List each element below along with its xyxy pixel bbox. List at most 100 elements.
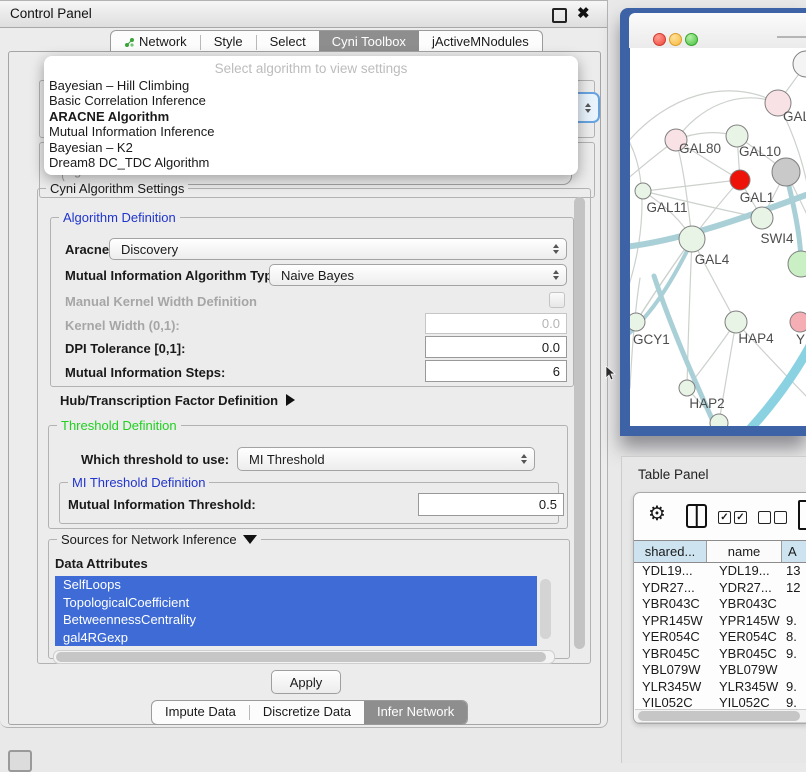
network-node-hap2[interactable] bbox=[679, 380, 695, 396]
table-row[interactable]: YDR27...YDR27...12 bbox=[634, 580, 806, 597]
dock-panel-icon[interactable] bbox=[8, 750, 32, 772]
hub-definition-expander[interactable]: Hub/Transcription Factor Definition bbox=[60, 391, 295, 409]
attribute-item[interactable]: TopologicalCoefficient bbox=[55, 594, 537, 612]
network-node-gal1[interactable] bbox=[751, 207, 773, 229]
manual-kernel-label: Manual Kernel Width Definition bbox=[65, 294, 257, 309]
network-node-gcy1[interactable] bbox=[630, 313, 645, 331]
column-header-shared-name[interactable]: shared... bbox=[634, 541, 707, 562]
zoom-traffic-light[interactable] bbox=[685, 33, 698, 46]
network-window-titlebar bbox=[629, 13, 806, 48]
tab-impute-data[interactable]: Impute Data bbox=[152, 701, 249, 724]
mi-threshold-input[interactable]: 0.5 bbox=[418, 493, 564, 516]
node-label: GAL10 bbox=[739, 144, 781, 159]
table-row[interactable]: YBL079WYBL079W bbox=[634, 662, 806, 679]
network-node-gal11[interactable] bbox=[635, 183, 651, 199]
kernel-width-input[interactable]: 0.0 bbox=[425, 313, 567, 334]
aracne-mode-combobox[interactable]: Discovery bbox=[109, 238, 567, 260]
table-row[interactable]: YER054CYER054C8. bbox=[634, 629, 806, 646]
mi-steps-value: 6 bbox=[553, 364, 560, 379]
table-panel-title: Table Panel bbox=[638, 467, 709, 482]
table-cell bbox=[782, 662, 786, 679]
close-traffic-light[interactable] bbox=[653, 33, 666, 46]
node-label: SWI4 bbox=[760, 231, 793, 246]
dpi-tolerance-input[interactable]: 0.0 bbox=[425, 336, 567, 358]
node-label: GAL1 bbox=[740, 190, 775, 205]
table-cell: YBL079W bbox=[634, 662, 707, 679]
algorithm-option[interactable]: Mutual Information Inference bbox=[44, 124, 578, 139]
attribute-item[interactable]: SelfLoops bbox=[55, 576, 537, 594]
deselect-all-checkbox-icon[interactable] bbox=[758, 511, 771, 524]
deselect-all-checkbox-icon[interactable] bbox=[774, 511, 787, 524]
tab-label: Infer Network bbox=[377, 704, 454, 719]
table-cell: 12 bbox=[782, 580, 800, 597]
tab-label: Cyni Toolbox bbox=[332, 34, 406, 49]
float-window-icon[interactable] bbox=[552, 8, 567, 23]
mi-steps-label: Mutual Information Steps: bbox=[65, 365, 225, 380]
column-header-name[interactable]: name bbox=[707, 541, 782, 562]
expand-right-icon bbox=[286, 394, 295, 406]
table-cell: YBR045C bbox=[707, 646, 782, 663]
settings-scrollbar[interactable] bbox=[573, 195, 586, 655]
network-node[interactable] bbox=[730, 170, 750, 190]
tab-label: jActiveMNodules bbox=[432, 34, 529, 49]
split-panel-icon[interactable] bbox=[686, 504, 707, 528]
table-row[interactable]: YLR345WYLR345W9. bbox=[634, 679, 806, 696]
column-header-partial[interactable]: A bbox=[782, 541, 806, 562]
data-attributes-label: Data Attributes bbox=[55, 556, 148, 571]
group-title: Algorithm Definition bbox=[59, 210, 180, 225]
table-row[interactable]: YBR045CYBR045C9. bbox=[634, 646, 806, 663]
tab-infer-network[interactable]: Infer Network bbox=[364, 701, 467, 724]
network-node[interactable] bbox=[793, 51, 806, 77]
network-node[interactable] bbox=[772, 158, 800, 186]
table-cell: YPR145W bbox=[634, 613, 707, 630]
attribute-item[interactable]: BetweennessCentrality bbox=[55, 611, 537, 629]
table-hscrollbar[interactable] bbox=[635, 709, 806, 723]
apply-button[interactable]: Apply bbox=[271, 670, 341, 694]
attributes-scrollbar[interactable] bbox=[539, 576, 552, 646]
dpi-tolerance-label: DPI Tolerance [0,1]: bbox=[65, 341, 185, 356]
node-label: GAL bbox=[783, 109, 806, 124]
algorithm-option[interactable]: Bayesian – Hill Climbing bbox=[44, 78, 578, 93]
table-cell: YLR345W bbox=[634, 679, 707, 696]
table-cell: YIL052C bbox=[707, 695, 782, 709]
table-toolbar: ⚙ ✓ ✓ bbox=[634, 493, 806, 540]
network-canvas[interactable]: GALGAL80GAL10GAL1GAL11GAL4SWI4GCY1HAP4YH… bbox=[630, 48, 806, 426]
table-row[interactable]: YIL052CYIL052C9. bbox=[634, 695, 806, 709]
algorithm-option[interactable]: ARACNE Algorithm bbox=[44, 109, 578, 124]
attributes-hscrollbar[interactable] bbox=[53, 650, 555, 664]
mi-steps-input[interactable]: 6 bbox=[425, 360, 567, 382]
threshold-definition-group: Threshold Definition Which threshold to … bbox=[48, 425, 568, 529]
close-icon[interactable]: ✖ bbox=[577, 4, 590, 22]
table-row[interactable]: YBR043CYBR043C bbox=[634, 596, 806, 613]
algorithm-option[interactable]: Bayesian – K2 bbox=[44, 140, 578, 155]
algorithm-option[interactable]: Dream8 DC_TDC Algorithm bbox=[44, 155, 578, 170]
algorithm-options-list: Bayesian – Hill ClimbingBasic Correlatio… bbox=[44, 78, 578, 170]
table-cell: YDL19... bbox=[634, 563, 707, 580]
gear-icon[interactable]: ⚙ bbox=[648, 501, 666, 526]
table-cell: 13 bbox=[782, 563, 800, 580]
file-icon[interactable] bbox=[798, 500, 806, 530]
algorithm-option[interactable]: Basic Correlation Inference bbox=[44, 93, 578, 108]
network-node-gal4[interactable] bbox=[679, 226, 705, 252]
network-node-hap4[interactable] bbox=[725, 311, 747, 333]
select-all-checkbox-icon[interactable]: ✓ bbox=[734, 511, 747, 524]
data-attributes-list[interactable]: SelfLoopsTopologicalCoefficientBetweenne… bbox=[55, 576, 537, 646]
tab-label: Impute Data bbox=[165, 704, 236, 719]
table-cell: YIL052C bbox=[634, 695, 707, 709]
which-threshold-combobox[interactable]: MI Threshold bbox=[237, 447, 535, 471]
popup-hint: Select algorithm to view settings bbox=[44, 59, 578, 78]
manual-kernel-checkbox[interactable] bbox=[549, 292, 565, 308]
network-node[interactable] bbox=[788, 251, 806, 277]
table-row[interactable]: YDL19...YDL19...13 bbox=[634, 563, 806, 580]
sources-header[interactable]: Sources for Network Inference bbox=[57, 532, 261, 547]
table-row[interactable]: YPR145WYPR145W9. bbox=[634, 613, 806, 630]
tab-discretize-data[interactable]: Discretize Data bbox=[250, 701, 364, 724]
select-all-checkbox-icon[interactable]: ✓ bbox=[718, 511, 731, 524]
minimize-traffic-light[interactable] bbox=[669, 33, 682, 46]
attribute-item[interactable]: gal4RGexp bbox=[55, 629, 537, 647]
which-threshold-value: MI Threshold bbox=[249, 452, 325, 467]
network-node-y[interactable] bbox=[790, 312, 806, 332]
dpi-tolerance-value: 0.0 bbox=[542, 340, 560, 355]
group-title: Cyni Algorithm Settings bbox=[46, 181, 188, 196]
mi-type-combobox[interactable]: Naive Bayes bbox=[269, 264, 567, 286]
